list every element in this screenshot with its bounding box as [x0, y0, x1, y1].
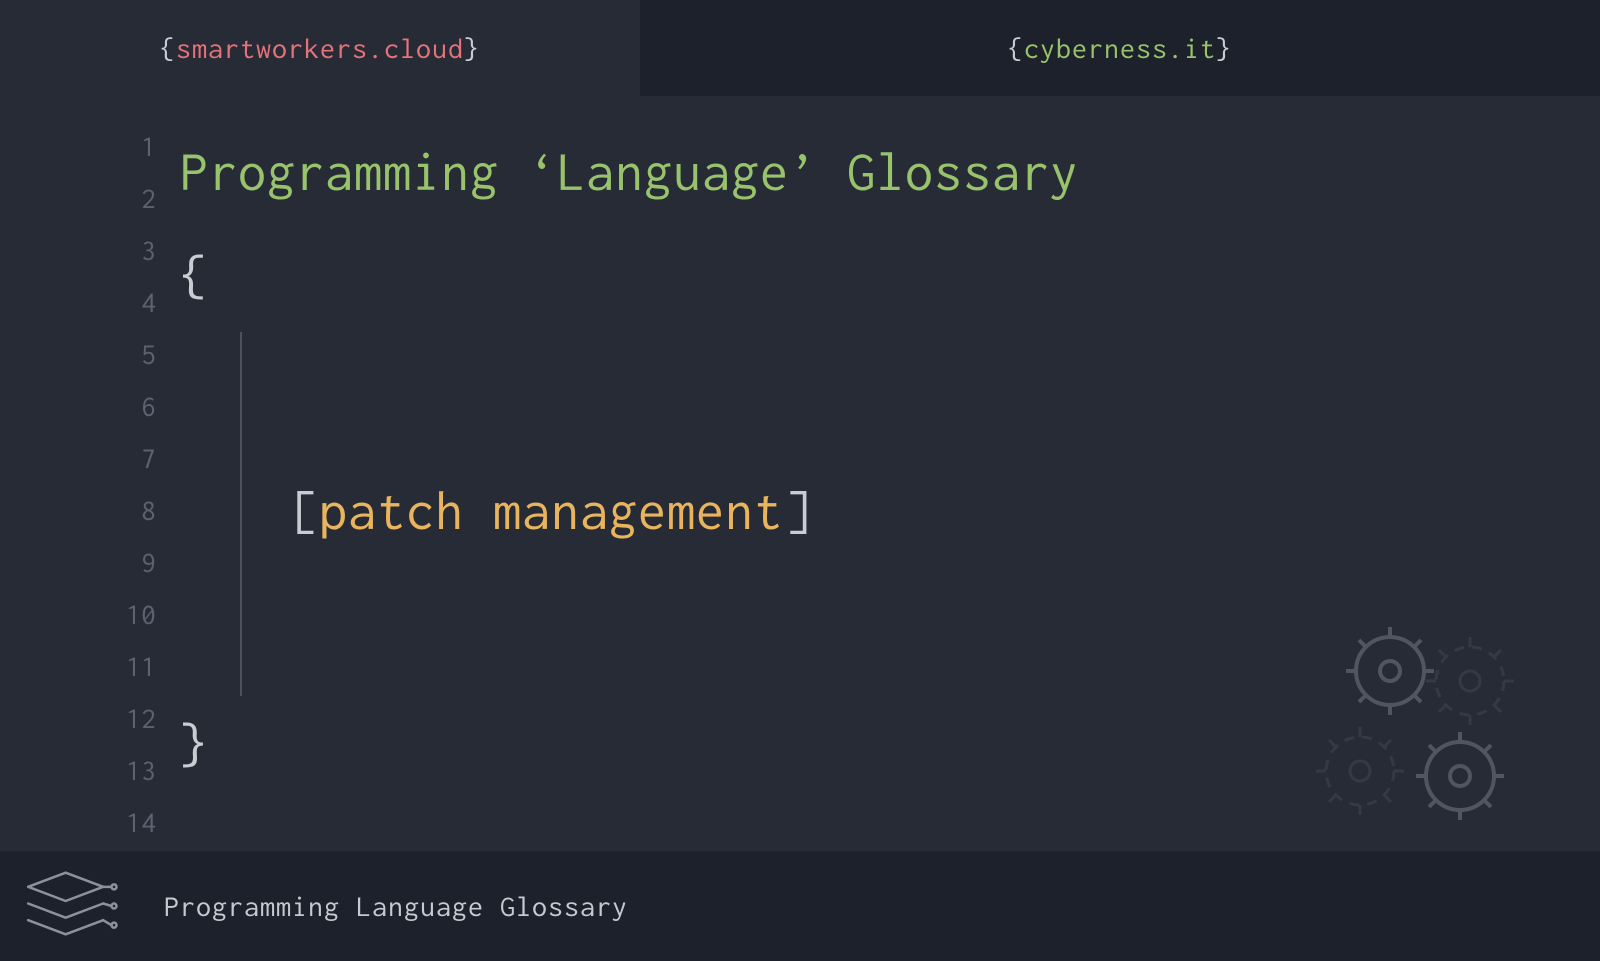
footer-title: Programming Language Glossary: [164, 890, 628, 922]
brace-open: {: [1008, 32, 1024, 64]
tab-smartworkers-label: smartworkers.cloud: [176, 32, 464, 64]
glossary-term-text: patch management: [319, 481, 783, 540]
line-number: 3: [0, 224, 180, 276]
code-brace-open: {: [180, 224, 1600, 328]
tab-bar: {smartworkers.cloud} {cyberness.it}: [0, 0, 1600, 96]
code-area: Programming ‘Language’ Glossary { [patch…: [180, 96, 1600, 851]
tab-smartworkers[interactable]: {smartworkers.cloud}: [0, 0, 640, 96]
line-number: 9: [0, 536, 180, 588]
line-number: 7: [0, 432, 180, 484]
gears-icon: [1260, 601, 1560, 841]
line-number: 13: [0, 744, 180, 796]
indent-guide: [240, 332, 242, 696]
line-number: 2: [0, 172, 180, 224]
bracket-close: ]: [783, 481, 812, 540]
line-number: 6: [0, 380, 180, 432]
brace-open: {: [160, 32, 176, 64]
line-number: 1: [0, 120, 180, 172]
brace-close: }: [464, 32, 480, 64]
line-number: 12: [0, 692, 180, 744]
line-number: 4: [0, 276, 180, 328]
line-number: 10: [0, 588, 180, 640]
line-number: 5: [0, 328, 180, 380]
brace-close: }: [1216, 32, 1232, 64]
footer-bar: Programming Language Glossary: [0, 851, 1600, 961]
tab-cyberness[interactable]: {cyberness.it}: [640, 0, 1600, 96]
line-number: 11: [0, 640, 180, 692]
editor-area: 1234567891011121314 Programming ‘Languag…: [0, 96, 1600, 851]
line-gutter: 1234567891011121314: [0, 96, 180, 851]
line-number: 8: [0, 484, 180, 536]
tab-cyberness-label: cyberness.it: [1024, 32, 1216, 64]
glossary-term: [patch management]: [290, 481, 812, 540]
line-number: 14: [0, 796, 180, 848]
layers-icon: [24, 866, 124, 946]
bracket-open: [: [290, 481, 319, 540]
glossary-title: Programming ‘Language’ Glossary: [180, 120, 1600, 224]
